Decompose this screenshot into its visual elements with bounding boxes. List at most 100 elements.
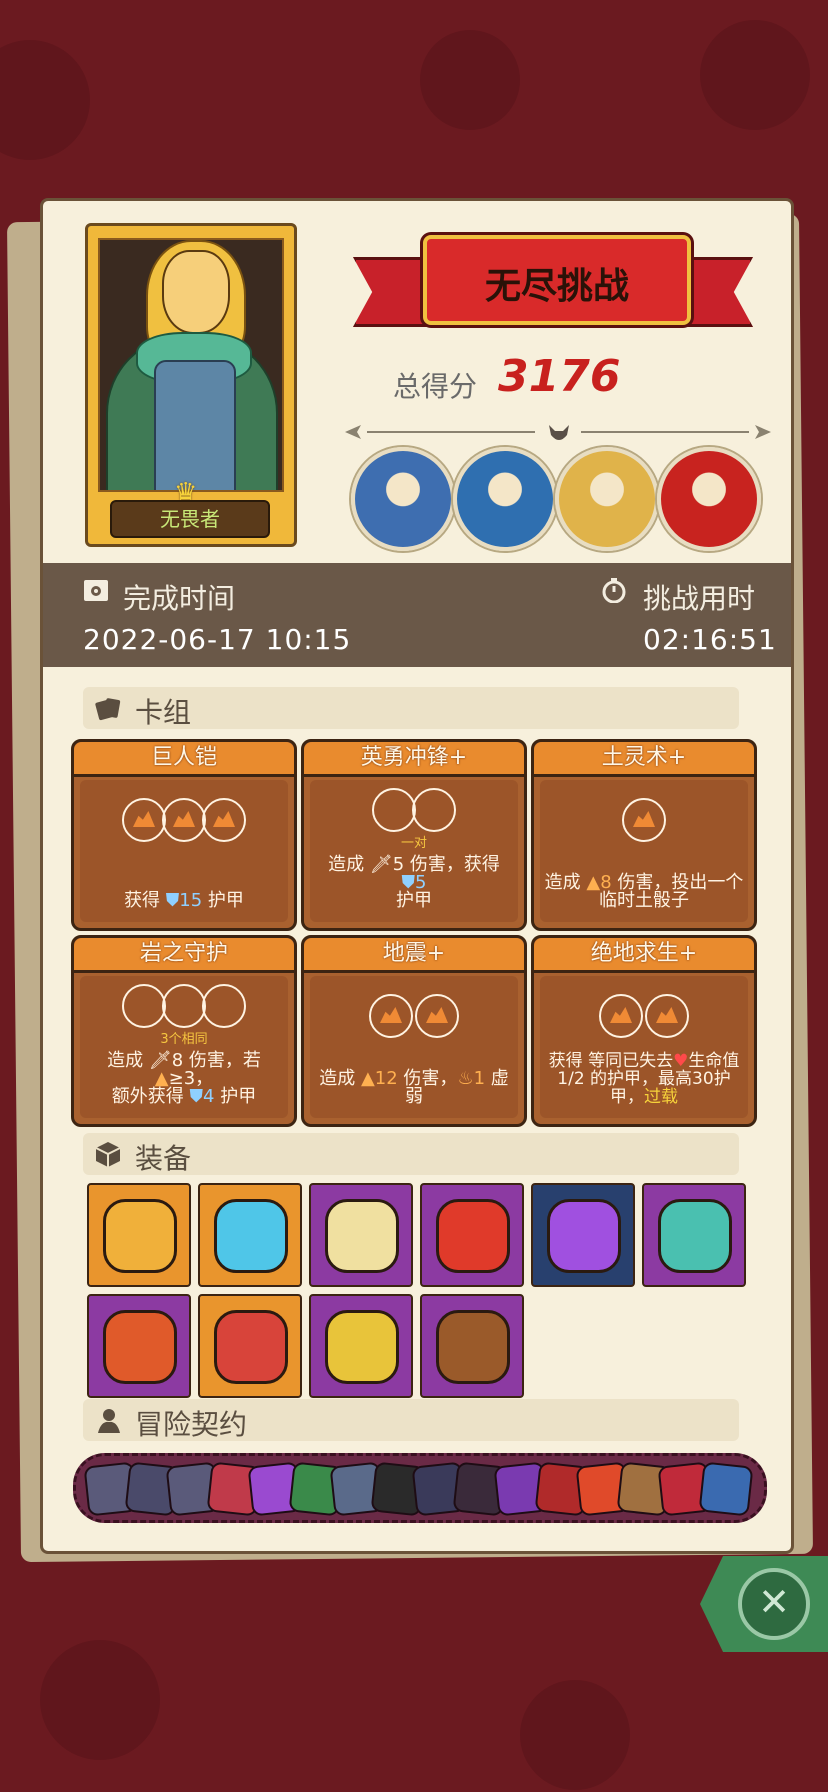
leather-bracer-icon bbox=[436, 1310, 510, 1384]
earth-die-slot bbox=[622, 798, 666, 842]
spiked-bracer-icon bbox=[103, 1310, 177, 1384]
lion-shield-icon bbox=[658, 1199, 732, 1273]
dice-slots bbox=[310, 788, 518, 832]
desc-text: 伤害，投出一个临时土骰子 bbox=[599, 872, 744, 911]
mirror-icon bbox=[325, 1199, 399, 1273]
earth-die-slot bbox=[369, 994, 413, 1038]
close-icon: ✕ bbox=[758, 1580, 790, 1624]
equipment-slot[interactable] bbox=[309, 1294, 413, 1398]
armor-value: 15 bbox=[179, 890, 203, 911]
deck-section-header: 卡组 bbox=[83, 687, 739, 729]
challenge-duration-label: 挑战用时 bbox=[643, 582, 756, 615]
desc-text: 获得 bbox=[124, 890, 166, 911]
desc-text: 获得 等同已失去 bbox=[548, 1051, 674, 1071]
earth-die-slot bbox=[599, 994, 643, 1038]
time-band: 完成时间 挑战用时 2022-06-17 10:15 02:16:51 bbox=[43, 563, 791, 667]
card-body: 造成 ▲12 伤害，♨1 虚弱 bbox=[310, 976, 518, 1118]
earth-die-slot bbox=[415, 994, 459, 1038]
card-description: 造成 🗡8 伤害，若▲≥3， 额外获得 ⛊4 护甲 bbox=[84, 1052, 284, 1106]
boss-divider bbox=[343, 423, 773, 441]
completion-time-label: 完成时间 bbox=[123, 582, 236, 615]
ribbon-center: 无尽挑战 bbox=[423, 235, 691, 325]
card-title: 岩之守护 bbox=[74, 938, 294, 973]
mode-title: 无尽挑战 bbox=[484, 266, 629, 307]
deck-label: 卡组 bbox=[135, 696, 192, 729]
desc-text: 造成 bbox=[319, 1068, 361, 1089]
card-description: 获得 等同已失去♥生命值1/2 的护甲，最高30护甲，过载 bbox=[544, 1052, 744, 1106]
earth-die-slot bbox=[645, 994, 689, 1038]
card-description: 造成 🗡5 伤害，获得 ⛊5 护甲 bbox=[314, 856, 514, 910]
dragon-dagger-icon bbox=[436, 1199, 510, 1273]
card-title: 土灵术+ bbox=[534, 742, 754, 777]
armor-icon: ⛊ bbox=[189, 1086, 204, 1107]
calendar-icon bbox=[84, 580, 108, 601]
armor-icon: ⛊ bbox=[165, 890, 180, 911]
ice-shield-icon bbox=[214, 1199, 288, 1273]
equipment-slot[interactable] bbox=[420, 1294, 524, 1398]
equipment-slot[interactable] bbox=[198, 1294, 302, 1398]
desc-text: 造成 bbox=[328, 854, 370, 875]
background-pattern bbox=[420, 30, 520, 130]
crowned-specter-portrait bbox=[453, 447, 557, 551]
equipment-slot[interactable] bbox=[309, 1183, 413, 1287]
desc-text: 造成 bbox=[107, 1050, 149, 1071]
equipment-slot[interactable] bbox=[198, 1183, 302, 1287]
card-earthquake[interactable]: 地震+ 造成 ▲12 伤害，♨1 虚弱 bbox=[301, 935, 527, 1127]
divider-line bbox=[367, 431, 535, 433]
equipment-slot[interactable] bbox=[531, 1183, 635, 1287]
card-earth-magic[interactable]: 土灵术+ 造成 ▲8 伤害，投出一个临时土骰子 bbox=[531, 739, 757, 931]
result-panel: ♛ 无畏者 无尽挑战 总得分 3176 完成时间 挑战用时 2022-06-17 bbox=[40, 198, 794, 1554]
card-title: 巨人铠 bbox=[74, 742, 294, 777]
wing-ornament-icon bbox=[345, 425, 361, 439]
cards-icon bbox=[95, 698, 121, 721]
card-title: 地震+ bbox=[304, 938, 524, 973]
equipment-slot[interactable] bbox=[87, 1183, 191, 1287]
dice-slots bbox=[540, 798, 748, 842]
armor-value: 4 bbox=[203, 1086, 215, 1107]
dice-slots bbox=[540, 994, 748, 1038]
contracts-strip bbox=[73, 1453, 767, 1523]
background-pattern bbox=[0, 40, 90, 160]
stopwatch-icon bbox=[602, 578, 626, 603]
card-title: 英勇冲锋+ bbox=[304, 742, 524, 777]
mushroom-elder-portrait bbox=[351, 447, 455, 551]
sweater-icon bbox=[103, 1199, 177, 1273]
earth-die-slot bbox=[122, 798, 166, 842]
desc-text: 护甲 bbox=[202, 890, 244, 911]
card-description: 造成 ▲12 伤害，♨1 虚弱 bbox=[314, 1070, 514, 1106]
spiked-armor-icon bbox=[214, 1310, 288, 1384]
earth-damage-icon: ▲ bbox=[360, 1068, 375, 1089]
blue-mushroom-contract-icon[interactable] bbox=[698, 1461, 754, 1517]
hero-body bbox=[154, 360, 236, 490]
equipment-section-header: 装备 bbox=[83, 1133, 739, 1175]
card-last-stand[interactable]: 绝地求生+ 获得 等同已失去♥生命值1/2 的护甲，最高30护甲，过载 bbox=[531, 935, 757, 1127]
wing-ornament-icon bbox=[755, 425, 771, 439]
potion-flask-icon bbox=[547, 1199, 621, 1273]
card-giant-armor[interactable]: 巨人铠 获得 ⛊15 护甲 bbox=[71, 739, 297, 931]
equipment-label: 装备 bbox=[135, 1142, 192, 1175]
hero-portrait-frame: ♛ 无畏者 bbox=[85, 223, 297, 547]
score-row: 总得分 3176 bbox=[393, 351, 693, 407]
heart-icon: ♥ bbox=[673, 1051, 689, 1071]
card-title: 绝地求生+ bbox=[534, 938, 754, 973]
hero-title: 无畏者 bbox=[110, 500, 270, 538]
close-button[interactable]: ✕ bbox=[738, 1568, 810, 1640]
completion-time-value: 2022-06-17 10:15 bbox=[83, 623, 352, 656]
hero-face bbox=[162, 250, 230, 334]
dice-slots bbox=[80, 798, 288, 842]
box-icon bbox=[95, 1142, 121, 1167]
desc-text: 造成 bbox=[544, 872, 587, 893]
empty-die-slot bbox=[122, 984, 166, 1028]
sword-icon: 🗡 bbox=[369, 854, 393, 875]
horned-skull-icon bbox=[549, 425, 569, 440]
contracts-section-header: 冒险契约 bbox=[83, 1399, 739, 1441]
equipment-slot[interactable] bbox=[87, 1294, 191, 1398]
background-pattern bbox=[40, 1640, 160, 1760]
equipment-slot[interactable] bbox=[642, 1183, 746, 1287]
card-rock-guard[interactable]: 岩之守护 3个相同 造成 🗡8 伤害，若▲≥3， 额外获得 ⛊4 护甲 bbox=[71, 935, 297, 1127]
contracts-label: 冒险契约 bbox=[135, 1408, 248, 1441]
serpent-portrait bbox=[555, 447, 659, 551]
equipment-slot[interactable] bbox=[420, 1183, 524, 1287]
card-heroic-charge[interactable]: 英勇冲锋+ 一对 造成 🗡5 伤害，获得 ⛊5 护甲 bbox=[301, 739, 527, 931]
empty-die-slot bbox=[162, 984, 206, 1028]
